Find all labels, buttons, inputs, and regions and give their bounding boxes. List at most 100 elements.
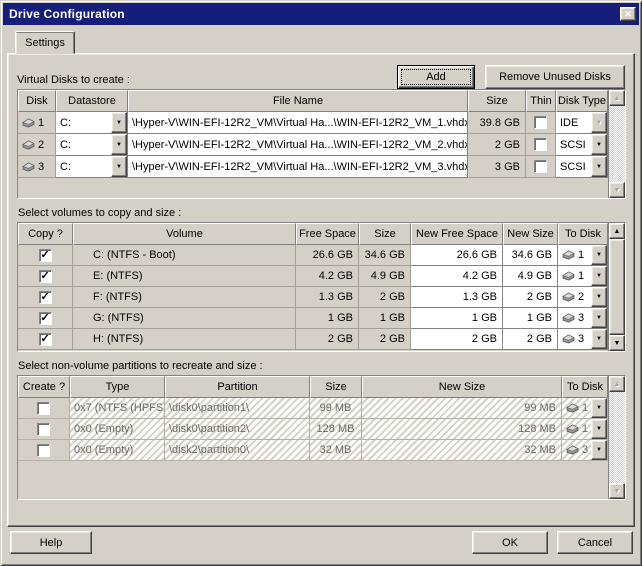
create-checkbox[interactable] <box>37 423 50 436</box>
new-size-cell: 128 MB <box>362 419 562 440</box>
file-name-field[interactable]: \Hyper-V\WIN-EFI-12R2_VM\Virtual Ha...\W… <box>128 156 468 178</box>
disk-number-cell: 2 <box>18 134 56 156</box>
chevron-down-icon[interactable]: ▼ <box>591 134 607 155</box>
scroll-down-icon[interactable]: ▼ <box>609 483 625 499</box>
chevron-down-icon[interactable]: ▼ <box>111 112 127 133</box>
disk-number-cell: 1 <box>18 112 56 134</box>
new-free-space-field[interactable]: 1.3 GB <box>411 287 503 308</box>
help-button[interactable]: Help <box>10 531 92 554</box>
scrollbar[interactable]: ▲ ▼ <box>608 90 625 198</box>
new-size-field[interactable]: 2 GB <box>503 329 558 350</box>
virtual-disks-table: Disk Datastore File Name Size Thin Disk … <box>17 89 626 199</box>
file-name-field[interactable]: \Hyper-V\WIN-EFI-12R2_VM\Virtual Ha...\W… <box>128 112 468 134</box>
thin-checkbox[interactable] <box>534 116 547 129</box>
remove-unused-disks-button[interactable]: Remove Unused Disks <box>485 65 625 89</box>
new-size-field[interactable]: 2 GB <box>503 287 558 308</box>
volumes-table: Copy ? Volume Free Space Size New Free S… <box>17 222 626 352</box>
size-cell: 4.9 GB <box>359 266 411 287</box>
column-header-copy: Copy ? <box>18 223 73 245</box>
new-free-space-field[interactable]: 26.6 GB <box>411 245 503 266</box>
chevron-down-icon[interactable]: ▼ <box>111 134 127 155</box>
create-checkbox-cell <box>18 398 70 419</box>
to-disk-select[interactable]: 3 ▼ <box>562 440 608 461</box>
partitions-label: Select non-volume partitions to recreate… <box>18 360 625 372</box>
to-disk-select[interactable]: 1 ▼ <box>562 419 608 440</box>
new-size-field[interactable]: 34.6 GB <box>503 245 558 266</box>
scroll-down-icon[interactable]: ▼ <box>609 182 625 198</box>
column-header-disk-type: Disk Type <box>556 90 608 112</box>
close-icon[interactable]: ✕ <box>620 7 636 21</box>
table-row: 0x0 (Empty) \disk2\partition0\ 32 MB 32 … <box>18 440 608 461</box>
column-header-file-name: File Name <box>128 90 468 112</box>
to-disk-select[interactable]: 3 ▼ <box>558 308 608 329</box>
scroll-up-icon[interactable]: ▲ <box>609 90 625 106</box>
ok-button[interactable]: OK <box>472 531 548 554</box>
file-name-field[interactable]: \Hyper-V\WIN-EFI-12R2_VM\Virtual Ha...\W… <box>128 134 468 156</box>
scroll-up-icon[interactable]: ▲ <box>609 223 625 239</box>
copy-checkbox[interactable] <box>39 291 52 304</box>
partition-cell: \disk0\partition1\ <box>165 398 310 419</box>
to-disk-select[interactable]: 1 ▼ <box>562 398 608 419</box>
chevron-down-icon[interactable]: ▼ <box>591 266 607 286</box>
free-space-cell: 2 GB <box>296 329 359 350</box>
size-cell: 3 GB <box>468 156 526 178</box>
chevron-down-icon[interactable]: ▼ <box>591 440 607 460</box>
chevron-down-icon[interactable]: ▼ <box>591 156 607 177</box>
to-disk-select[interactable]: 1 ▼ <box>558 245 608 266</box>
volume-cell: H: (NTFS) <box>73 329 296 350</box>
new-size-field[interactable]: 1 GB <box>503 308 558 329</box>
create-checkbox[interactable] <box>37 402 50 415</box>
chevron-down-icon[interactable]: ▼ <box>591 245 607 265</box>
add-button[interactable]: Add <box>397 65 475 89</box>
copy-checkbox[interactable] <box>39 270 52 283</box>
scrollbar[interactable]: ▲ ▼ <box>608 376 625 499</box>
datastore-select[interactable]: C: ▼ <box>56 156 128 178</box>
copy-checkbox[interactable] <box>39 249 52 262</box>
create-checkbox[interactable] <box>37 444 50 457</box>
new-free-space-field[interactable]: 1 GB <box>411 308 503 329</box>
scroll-up-icon[interactable]: ▲ <box>609 376 625 392</box>
thin-checkbox[interactable] <box>534 160 547 173</box>
copy-checkbox[interactable] <box>39 312 52 325</box>
virtual-disks-header-row: Disk Datastore File Name Size Thin Disk … <box>18 90 608 112</box>
disk-type-select[interactable]: SCSI ▼ <box>556 156 608 178</box>
cancel-button[interactable]: Cancel <box>557 531 633 554</box>
copy-checkbox[interactable] <box>39 333 52 346</box>
copy-checkbox-cell <box>18 308 73 329</box>
chevron-down-icon[interactable]: ▼ <box>111 156 127 177</box>
copy-checkbox-cell <box>18 245 73 266</box>
scrollbar-thumb[interactable] <box>609 239 625 335</box>
to-disk-select[interactable]: 2 ▼ <box>558 287 608 308</box>
chevron-down-icon: ▼ <box>591 112 607 133</box>
virtual-disks-header: Virtual Disks to create : Add Remove Unu… <box>17 62 625 89</box>
to-disk-select[interactable]: 3 ▼ <box>558 329 608 350</box>
scrollbar[interactable]: ▲ ▼ <box>608 223 625 351</box>
create-checkbox-cell <box>18 419 70 440</box>
chevron-down-icon[interactable]: ▼ <box>591 419 607 439</box>
datastore-select[interactable]: C: ▼ <box>56 112 128 134</box>
tab-strip: Settings <box>15 31 75 53</box>
to-disk-select[interactable]: 1 ▼ <box>558 266 608 287</box>
partition-cell: \disk0\partition2\ <box>165 419 310 440</box>
free-space-cell: 26.6 GB <box>296 245 359 266</box>
chevron-down-icon[interactable]: ▼ <box>591 329 607 349</box>
datastore-select[interactable]: C: ▼ <box>56 134 128 156</box>
thin-checkbox[interactable] <box>534 138 547 151</box>
size-cell: 2 GB <box>359 287 411 308</box>
chevron-down-icon[interactable]: ▼ <box>591 287 607 307</box>
chevron-down-icon[interactable]: ▼ <box>591 308 607 328</box>
table-row: 1 C: ▼ \Hyper-V\WIN-EFI-12R2_VM\Virtual … <box>18 112 608 134</box>
thin-checkbox-cell <box>526 134 556 156</box>
disk-type-select[interactable]: SCSI ▼ <box>556 134 608 156</box>
column-header-to-disk: To Disk <box>558 223 608 245</box>
free-space-cell: 4.2 GB <box>296 266 359 287</box>
new-size-field[interactable]: 4.9 GB <box>503 266 558 287</box>
chevron-down-icon[interactable]: ▼ <box>591 398 607 418</box>
disk-type-select[interactable]: IDE ▼ <box>556 112 608 134</box>
column-header-new-size: New Size <box>362 376 562 398</box>
tab-settings[interactable]: Settings <box>15 31 75 54</box>
column-header-size: Size <box>468 90 526 112</box>
scroll-down-icon[interactable]: ▼ <box>609 335 625 351</box>
new-free-space-field[interactable]: 2 GB <box>411 329 503 350</box>
new-free-space-field[interactable]: 4.2 GB <box>411 266 503 287</box>
